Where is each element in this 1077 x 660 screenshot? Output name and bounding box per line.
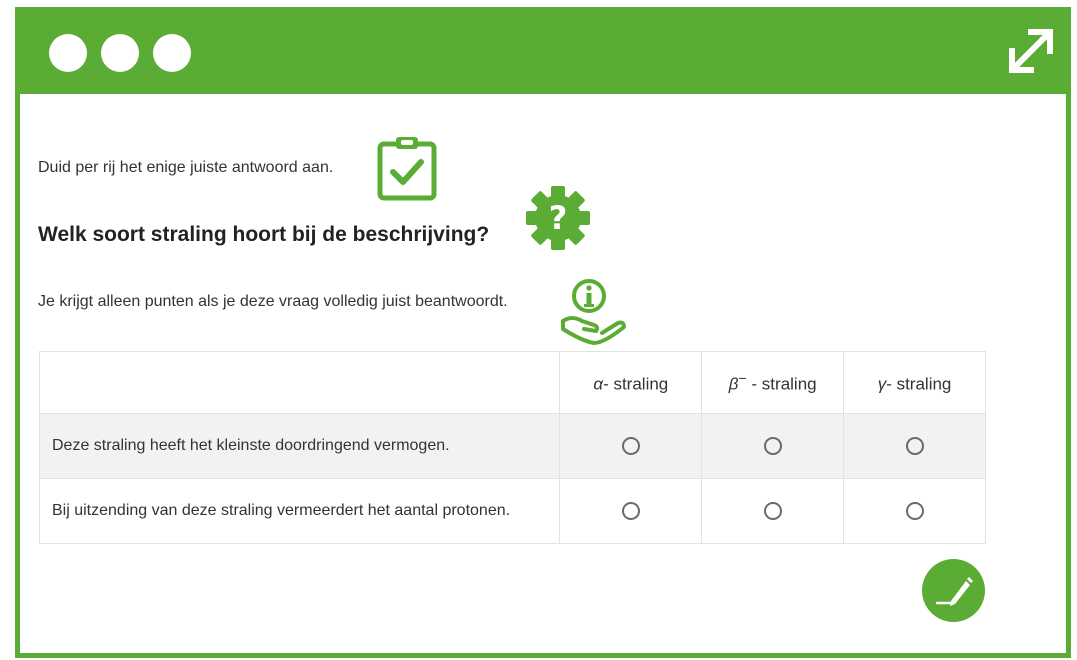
greek-symbol: β <box>728 374 739 394</box>
column-label: - straling <box>746 374 817 394</box>
greek-symbol: γ <box>877 374 887 394</box>
radio-alpha-row-1[interactable] <box>621 436 640 455</box>
radio-gamma-row-2[interactable] <box>905 501 924 520</box>
column-header-beta: β− - straling <box>701 351 845 414</box>
table-row: Deze straling heeft het kleinste doordri… <box>38 413 986 479</box>
window-dot-2[interactable] <box>101 34 139 72</box>
column-header-alpha: α- straling <box>559 351 703 414</box>
question-heading: Welk soort straling hoort bij de beschri… <box>38 223 490 246</box>
greek-symbol: α <box>593 374 604 394</box>
gear-question-icon: ? <box>526 186 590 250</box>
radio-beta-row-2[interactable] <box>763 501 782 520</box>
header-blank <box>38 351 561 414</box>
column-header-gamma: γ- straling <box>843 351 986 414</box>
table-row: Bij uitzending van deze straling vermeer… <box>38 478 986 544</box>
answer-cell <box>843 413 986 479</box>
radio-beta-row-1[interactable] <box>763 436 782 455</box>
quiz-window: Duid per rij het enige juiste antwoord a… <box>15 7 1071 658</box>
svg-text:?: ? <box>549 199 568 237</box>
radio-gamma-row-1[interactable] <box>905 436 924 455</box>
pencil-icon <box>935 577 973 606</box>
hand-info-icon <box>561 279 626 345</box>
statement-cell: Bij uitzending van deze straling vermeer… <box>38 478 561 544</box>
answer-cell <box>559 413 703 479</box>
table-header-row: α- straling β− - straling γ- straling <box>38 351 986 414</box>
edit-button[interactable] <box>922 559 985 622</box>
answer-cell <box>701 413 845 479</box>
column-label: - straling <box>886 374 952 394</box>
instruction-text: Duid per rij het enige juiste antwoord a… <box>38 159 334 176</box>
radio-alpha-row-2[interactable] <box>621 501 640 520</box>
scoring-note: Je krijgt alleen punten als je deze vraa… <box>38 293 508 310</box>
title-bar <box>20 12 1066 94</box>
answer-table: α- straling β− - straling γ- straling De… <box>38 351 986 544</box>
clipboard-check-icon <box>377 137 437 201</box>
column-label: - straling <box>603 374 669 394</box>
answer-cell <box>701 478 845 544</box>
window-dot-1[interactable] <box>49 34 87 72</box>
answer-cell <box>559 478 703 544</box>
answer-cell <box>843 478 986 544</box>
expand-arrows-icon[interactable] <box>1005 25 1057 77</box>
symbol-superscript: − <box>738 370 747 387</box>
statement-cell: Deze straling heeft het kleinste doordri… <box>38 413 561 479</box>
window-dot-3[interactable] <box>153 34 191 72</box>
